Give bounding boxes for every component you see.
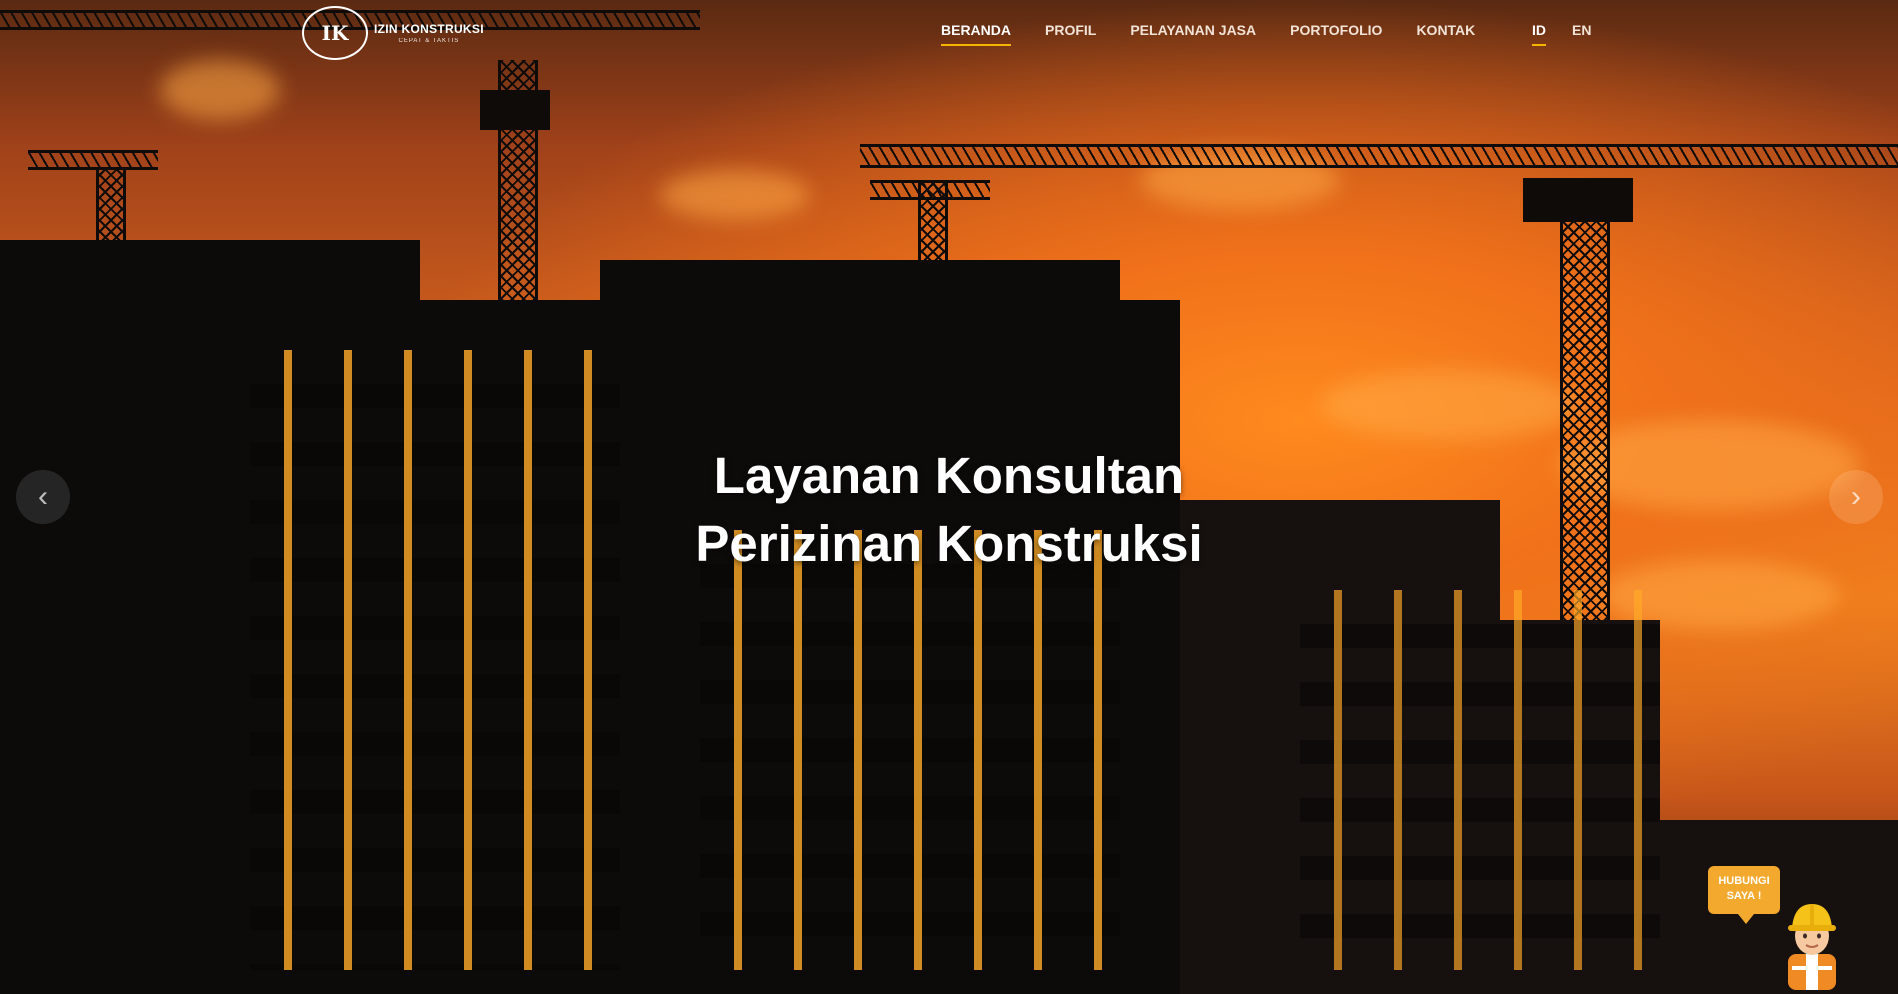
- chevron-left-icon: ‹: [38, 480, 48, 513]
- building-scaffold: [0, 240, 420, 320]
- crane-cab: [480, 90, 550, 130]
- crane-jib: [870, 180, 990, 200]
- language-switcher: ID EN: [1532, 22, 1591, 46]
- construction-worker-icon: [1788, 904, 1836, 990]
- nav-item-kontak[interactable]: KONTAK: [1416, 22, 1475, 46]
- contact-widget[interactable]: HUBUNGI SAYA !: [1706, 862, 1886, 992]
- main-nav: BERANDA PROFIL PELAYANAN JASA PORTOFOLIO…: [941, 22, 1475, 46]
- contact-bubble-line2: SAYA !: [1726, 890, 1762, 902]
- contact-bubble[interactable]: HUBUNGI SAYA !: [1708, 866, 1780, 924]
- site-logo[interactable]: IK IZIN KONSTRUKSI CEPAT & TAKTIS: [302, 6, 484, 60]
- lang-id[interactable]: ID: [1532, 22, 1546, 46]
- crane-cab: [1523, 178, 1633, 222]
- lang-en[interactable]: EN: [1572, 22, 1591, 46]
- slider-next-button[interactable]: ›: [1829, 470, 1883, 524]
- building-windows: [700, 530, 1120, 970]
- slider-prev-button[interactable]: ‹: [16, 470, 70, 524]
- logo-emblem-icon: IK: [302, 6, 368, 60]
- nav-item-profil[interactable]: PROFIL: [1045, 22, 1096, 46]
- logo-title: IZIN KONSTRUKSI: [374, 21, 484, 36]
- crane-jib: [860, 144, 1898, 168]
- hero-slider: IK IZIN KONSTRUKSI CEPAT & TAKTIS BERAND…: [0, 0, 1898, 994]
- crane-jib: [28, 150, 158, 170]
- building-windows: [1300, 590, 1660, 970]
- chevron-right-icon: ›: [1851, 480, 1861, 513]
- logo-tagline: CEPAT & TAKTIS: [398, 37, 460, 44]
- logo-emblem-letters: IK: [321, 21, 349, 45]
- contact-bubble-line1: HUBUNGI: [1718, 875, 1770, 887]
- hero-headline: Layanan Konsultan Perizinan Konstruksi: [0, 442, 1898, 578]
- sky-cloud: [1320, 370, 1580, 440]
- hero-headline-line1: Layanan Konsultan: [713, 447, 1185, 504]
- nav-item-pelayanan-jasa[interactable]: PELAYANAN JASA: [1130, 22, 1256, 46]
- nav-item-beranda[interactable]: BERANDA: [941, 22, 1011, 46]
- building-scaffold: [600, 260, 1120, 320]
- nav-item-portofolio[interactable]: PORTOFOLIO: [1290, 22, 1382, 46]
- sky-cloud: [160, 60, 280, 120]
- sky-cloud: [660, 170, 810, 220]
- hero-headline-line2: Perizinan Konstruksi: [695, 515, 1203, 572]
- logo-text: IZIN KONSTRUKSI CEPAT & TAKTIS: [374, 23, 484, 44]
